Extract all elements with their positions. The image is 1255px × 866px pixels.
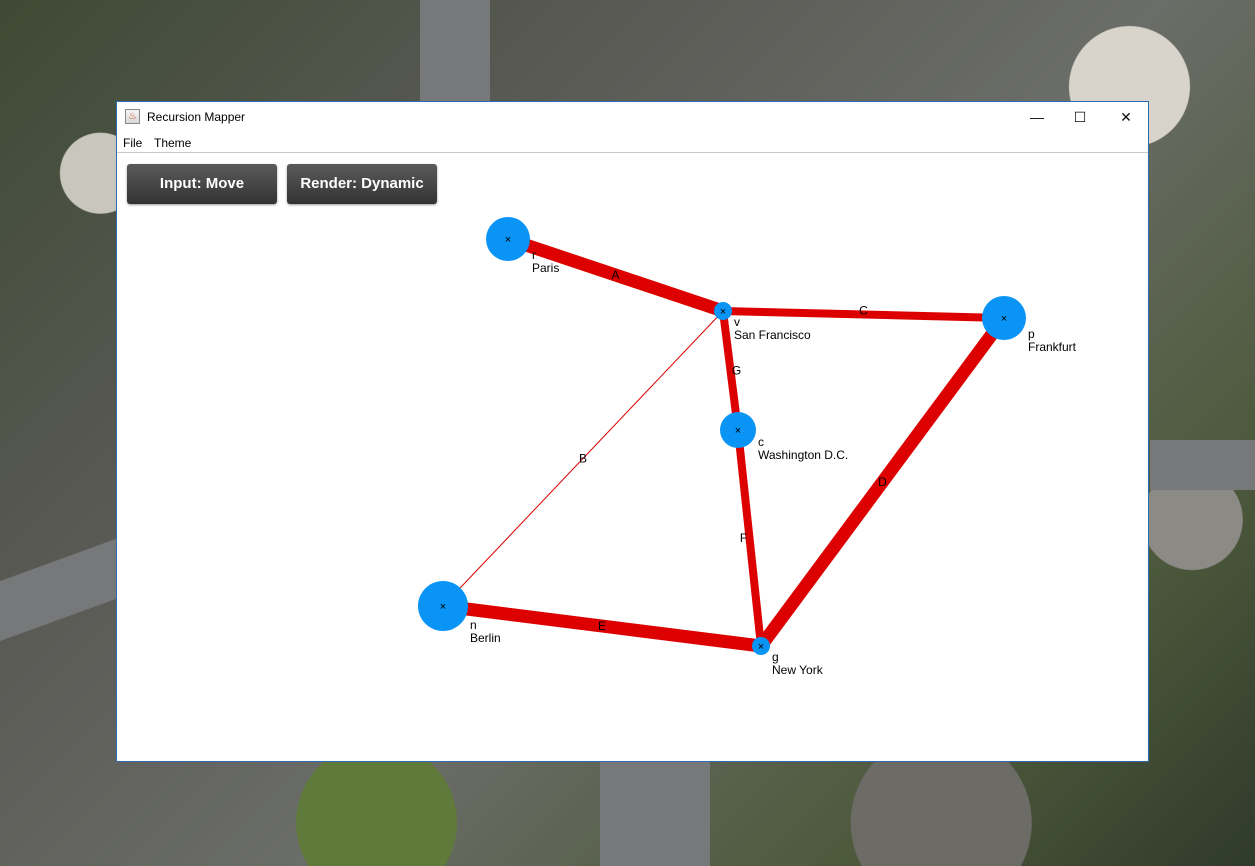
menu-theme[interactable]: Theme [154, 136, 191, 150]
window-title: Recursion Mapper [147, 110, 246, 124]
node-p[interactable]: × pFrankfurt [982, 296, 1077, 354]
background-road [1150, 440, 1255, 490]
maximize-icon[interactable]: ☐ [1057, 102, 1103, 133]
close-icon[interactable]: × [505, 234, 511, 246]
edge-label: E [598, 619, 606, 633]
background-road [600, 762, 710, 866]
close-icon[interactable]: × [720, 306, 726, 318]
close-icon[interactable]: ✕ [1103, 102, 1149, 133]
graph-canvas[interactable]: A C G B F D E × rParis × vSan Francisco × pFrankfur… [117, 154, 1148, 761]
background-road [0, 538, 116, 642]
node-id-label: r [532, 248, 536, 262]
title-bar[interactable]: ♨ Recursion Mapper — ☐ ✕ [117, 102, 1148, 133]
close-icon[interactable]: × [735, 425, 741, 437]
menu-bar: File Theme [117, 133, 1148, 153]
background-road [420, 0, 490, 101]
node-name-label: New York [772, 663, 824, 677]
edge-label: D [878, 475, 887, 489]
edges-layer [442, 232, 1010, 653]
node-id-label: p [1028, 327, 1035, 341]
edge-label: B [579, 452, 587, 466]
edge-label: F [740, 531, 747, 545]
close-icon[interactable]: × [758, 641, 764, 653]
close-icon[interactable]: × [1001, 313, 1007, 325]
menu-file[interactable]: File [123, 136, 142, 150]
node-name-label: Frankfurt [1028, 340, 1077, 354]
node-name-label: San Francisco [734, 328, 811, 342]
node-id-label: c [758, 435, 764, 449]
minimize-icon[interactable]: — [1014, 102, 1060, 133]
node-name-label: Berlin [470, 631, 501, 645]
edge-label: G [732, 364, 741, 378]
app-window: ♨ Recursion Mapper — ☐ ✕ File Theme Inpu… [116, 101, 1149, 762]
node-id-label: g [772, 650, 779, 664]
node-name-label: Paris [532, 261, 559, 275]
nodes-layer: × rParis × vSan Francisco × pFrankfurt × cWashi… [418, 217, 1077, 677]
close-icon[interactable]: × [440, 601, 446, 613]
node-id-label: n [470, 618, 477, 632]
node-name-label: Washington D.C. [758, 448, 848, 462]
java-app-icon: ♨ [125, 109, 140, 124]
edge-label: A [611, 268, 619, 282]
node-id-label: v [734, 315, 740, 329]
node-g[interactable]: × gNew York [752, 637, 824, 677]
edge-label: C [859, 304, 868, 318]
